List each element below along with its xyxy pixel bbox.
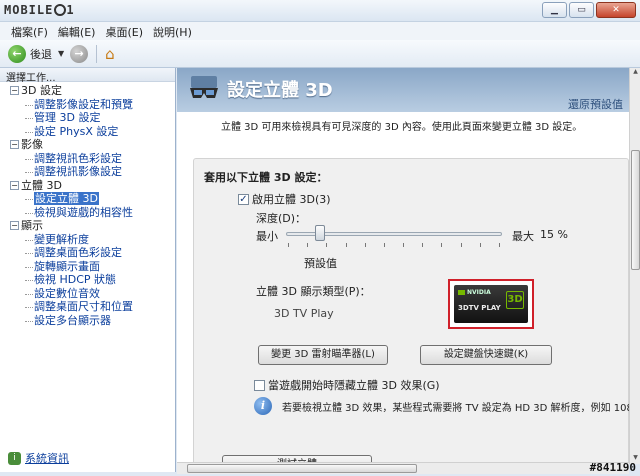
info-icon: i — [254, 397, 272, 415]
back-arrow-icon[interactable]: ← — [8, 44, 26, 63]
watermark-id: #841190 — [589, 461, 636, 474]
page-title: 設定立體 3D — [227, 80, 333, 101]
hide-effect-checkbox[interactable] — [254, 379, 265, 391]
menu-edit[interactable]: 編輯(E) — [53, 22, 101, 40]
sidebar-header: 選擇工作... — [0, 68, 175, 84]
horizontal-scroll-thumb[interactable] — [187, 464, 417, 473]
home-icon[interactable]: ⌂ — [105, 45, 123, 63]
sidebar-item-resolution[interactable]: 變更解析度 — [10, 233, 175, 247]
enable-stereo-checkbox-row[interactable]: ✓ 啟用立體 3D(3) — [238, 191, 331, 207]
sidebar-item-physx[interactable]: 設定 PhysX 設定 — [10, 125, 175, 139]
depth-slider-ticks — [288, 243, 500, 247]
minimize-button[interactable]: ▁ — [542, 2, 567, 18]
restore-defaults-link[interactable]: 還原預設值 — [568, 96, 623, 112]
logo-ring-icon — [54, 4, 67, 16]
enable-stereo-checkbox[interactable]: ✓ — [238, 193, 249, 205]
back-dropdown-icon[interactable]: ▼ — [58, 49, 64, 58]
back-button-label[interactable]: 後退 — [30, 46, 52, 62]
vertical-scrollbar[interactable]: ▲ ▼ — [629, 68, 640, 464]
sidebar-item-set-stereo-3d[interactable]: 設定立體 3D — [10, 192, 175, 206]
system-info-link[interactable]: 系統資訊 — [25, 450, 69, 466]
sidebar-item-multi-display[interactable]: 設定多台顯示器 — [10, 314, 175, 328]
close-icon: ✕ — [612, 5, 620, 15]
set-hotkeys-button[interactable]: 設定鍵盤快速鍵(K) — [420, 345, 552, 365]
tree-category-stereo-3d[interactable]: − 立體 3D — [10, 179, 175, 193]
task-tree: −3D 設定 調整影像設定和預覽 管理 3D 設定 設定 PhysX 設定 − 影… — [0, 82, 175, 327]
nvidia-logo: NVIDIA — [458, 289, 491, 296]
content-pane: 設定立體 3D 還原預設值 立體 3D 可用來檢視具有可見深度的 3D 內容。使… — [177, 68, 629, 472]
close-button[interactable]: ✕ — [596, 2, 636, 18]
depth-max-label: 最大 — [512, 230, 534, 243]
collapse-icon[interactable]: − — [10, 180, 19, 190]
toolbar-separator — [96, 44, 98, 63]
horizontal-scrollbar[interactable] — [177, 462, 629, 474]
depth-min-label: 最小 — [256, 230, 278, 243]
minimize-icon: ▁ — [551, 5, 558, 15]
display-type-label: 立體 3D 顯示類型(P)： — [256, 285, 371, 298]
system-info-icon: i — [8, 451, 21, 465]
sidebar-item-video-image[interactable]: 調整視訊影像設定 — [10, 165, 175, 179]
display-type-value: 3D TV Play — [274, 307, 334, 320]
enable-stereo-label: 啟用立體 3D(3) — [252, 193, 331, 206]
3dtv-play-badge: NVIDIA 3DTV PLAY 3D — [448, 279, 534, 329]
sidebar-item-rotate[interactable]: 旋轉顯示畫面 — [10, 260, 175, 274]
menu-help[interactable]: 說明(H) — [148, 22, 197, 40]
vertical-scroll-thumb[interactable] — [631, 150, 640, 270]
maximize-icon: ▭ — [577, 5, 586, 15]
sidebar-item-hdcp[interactable]: 檢視 HDCP 狀態 — [10, 273, 175, 287]
task-sidebar: 選擇工作... −3D 設定 調整影像設定和預覽 管理 3D 設定 設定 Phy… — [0, 68, 176, 472]
sidebar-item-manage-3d[interactable]: 管理 3D 設定 — [10, 111, 175, 125]
hide-effect-label: 當遊戲開始時隱藏立體 3D 效果(G) — [268, 379, 440, 392]
section-title: 套用以下立體 3D 設定： — [204, 171, 328, 184]
3dtv-play-text: 3DTV PLAY — [458, 304, 501, 312]
forward-arrow-icon[interactable]: → — [70, 44, 89, 63]
tree-category-display[interactable]: − 顯示 — [10, 219, 175, 233]
settings-panel: 套用以下立體 3D 設定： ✓ 啟用立體 3D(3) 深度(D)： 最小 最大 … — [193, 158, 629, 472]
3d-mark-icon: 3D — [506, 291, 524, 309]
mobile01-logo: MOBILE 1 — [4, 3, 75, 17]
tree-category-video[interactable]: − 影像 — [10, 138, 175, 152]
collapse-icon[interactable]: − — [10, 86, 19, 96]
collapse-icon[interactable]: − — [10, 140, 19, 150]
sidebar-item-audio[interactable]: 設定數位音效 — [10, 287, 175, 301]
hide-effect-checkbox-row[interactable]: 當遊戲開始時隱藏立體 3D 效果(G) — [254, 377, 440, 393]
maximize-button[interactable]: ▭ — [569, 2, 594, 18]
sidebar-item-video-color[interactable]: 調整視訊色彩設定 — [10, 152, 175, 166]
depth-label: 深度(D)： — [256, 212, 307, 225]
depth-value: 15 % — [540, 228, 568, 241]
change-emitter-button[interactable]: 變更 3D 雷射瞄準器(L) — [258, 345, 388, 365]
menu-file[interactable]: 檔案(F) — [6, 22, 53, 40]
default-value-label: 預設值 — [304, 257, 337, 270]
resolution-note: 若要檢視立體 3D 效果，某些程式需要將 TV 設定為 HD 3D 解析度，例如… — [282, 403, 629, 414]
sidebar-item-desktop-color[interactable]: 調整桌面色彩設定 — [10, 246, 175, 260]
sidebar-item-adjust-image[interactable]: 調整影像設定和預覽 — [10, 98, 175, 112]
depth-slider-thumb[interactable] — [315, 225, 325, 241]
menu-desktop[interactable]: 桌面(E) — [100, 22, 148, 40]
collapse-icon[interactable]: − — [10, 221, 19, 231]
tree-category-3d-settings[interactable]: −3D 設定 — [10, 84, 175, 98]
system-info-link-row: i 系統資訊 — [8, 450, 69, 466]
sidebar-item-desktop-size[interactable]: 調整桌面尺寸和位置 — [10, 300, 175, 314]
page-description: 立體 3D 可用來檢視具有可見深度的 3D 內容。使用此頁面來變更立體 3D 設… — [221, 122, 583, 133]
3d-glasses-icon — [190, 76, 218, 98]
menu-bar: 檔案(F) 編輯(E) 桌面(E) 說明(H) — [0, 22, 640, 40]
title-bar: MOBILE 1 ▁ ▭ ✕ — [0, 0, 640, 22]
toolbar: ← 後退 ▼ → ⌂ — [0, 40, 640, 68]
scroll-up-icon[interactable]: ▲ — [631, 68, 640, 78]
sidebar-item-game-compat[interactable]: 檢視與遊戲的相容性 — [10, 206, 175, 220]
page-banner: 設定立體 3D 還原預設值 — [177, 68, 629, 112]
